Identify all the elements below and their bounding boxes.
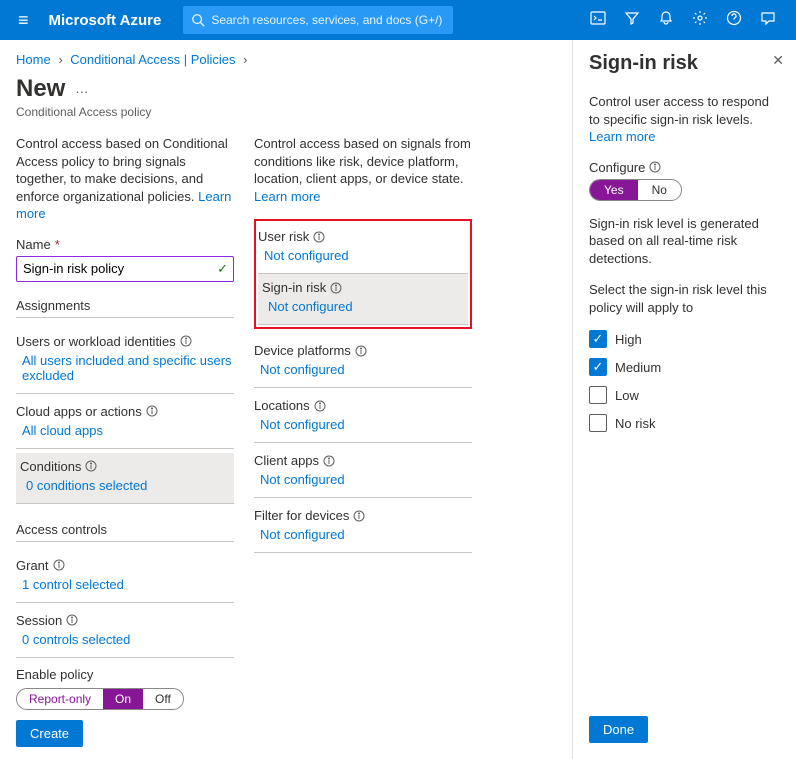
info-icon[interactable] <box>649 161 661 173</box>
session-row[interactable]: Session 0 controls selected <box>16 607 234 658</box>
checkbox-checked-icon[interactable]: ✓ <box>589 358 607 376</box>
enable-policy-label: Enable policy <box>16 667 556 682</box>
toggle-report-only[interactable]: Report-only <box>17 689 103 709</box>
risk-low-row[interactable]: Low <box>589 386 780 404</box>
feedback-icon[interactable] <box>760 10 776 30</box>
search-icon <box>191 13 205 27</box>
checkbox-icon[interactable] <box>589 386 607 404</box>
grant-value[interactable]: 1 control selected <box>16 577 234 592</box>
left-description: Control access based on Conditional Acce… <box>16 135 234 223</box>
panel-descr2: Sign-in risk level is generated based on… <box>589 215 780 268</box>
search-input[interactable]: Search resources, services, and docs (G+… <box>183 6 453 34</box>
brand-label: Microsoft Azure <box>37 12 174 29</box>
signin-risk-row[interactable]: Sign-in risk Not configured <box>258 274 468 325</box>
users-row[interactable]: Users or workload identities All users i… <box>16 328 234 394</box>
grant-row[interactable]: Grant 1 control selected <box>16 552 234 603</box>
hamburger-icon[interactable]: ≡ <box>10 10 37 31</box>
breadcrumb-home[interactable]: Home <box>16 52 51 67</box>
bottom-bar: Enable policy Report-only On Off Create <box>16 667 556 747</box>
info-icon[interactable] <box>323 455 335 467</box>
assignments-header: Assignments <box>16 298 234 318</box>
cloud-apps-row[interactable]: Cloud apps or actions All cloud apps <box>16 398 234 449</box>
gear-icon[interactable] <box>692 10 708 30</box>
signin-risk-panel: ✕ Sign-in risk Control user access to re… <box>572 40 796 759</box>
locations-row[interactable]: Locations Not configured <box>254 392 472 443</box>
conditions-row[interactable]: Conditions 0 conditions selected <box>16 453 234 504</box>
configure-label: Configure <box>589 160 780 175</box>
checkbox-checked-icon[interactable]: ✓ <box>589 330 607 348</box>
main-content: Home › Conditional Access | Policies › N… <box>0 40 572 759</box>
cloud-apps-value[interactable]: All cloud apps <box>16 423 234 438</box>
name-input[interactable] <box>16 256 234 282</box>
panel-description: Control user access to respond to specif… <box>589 93 780 146</box>
toggle-yes[interactable]: Yes <box>590 180 638 200</box>
done-button[interactable]: Done <box>589 716 648 743</box>
header-icons <box>590 10 786 30</box>
info-icon[interactable] <box>180 335 192 347</box>
cloud-shell-icon[interactable] <box>590 10 606 30</box>
page-title: New <box>16 75 65 103</box>
more-icon[interactable]: ··· <box>75 84 88 99</box>
configure-toggle[interactable]: Yes No <box>589 179 682 201</box>
toggle-on[interactable]: On <box>103 689 143 709</box>
learn-more-link[interactable]: Learn more <box>589 129 655 144</box>
risk-medium-row[interactable]: ✓ Medium <box>589 358 780 376</box>
filter-devices-row[interactable]: Filter for devices Not configured <box>254 502 472 553</box>
page-subtitle: Conditional Access policy <box>16 105 556 119</box>
breadcrumb-ca[interactable]: Conditional Access | Policies <box>70 52 235 67</box>
users-value[interactable]: All users included and specific users ex… <box>16 353 234 383</box>
info-icon[interactable] <box>313 231 325 243</box>
panel-title: Sign-in risk <box>589 52 780 75</box>
name-label: Name* <box>16 237 234 252</box>
right-column: Control access based on signals from con… <box>254 135 472 662</box>
filter-devices-value[interactable]: Not configured <box>254 527 472 542</box>
user-risk-value[interactable]: Not configured <box>258 248 468 263</box>
bell-icon[interactable] <box>658 10 674 30</box>
filter-icon[interactable] <box>624 10 640 30</box>
risk-high-row[interactable]: ✓ High <box>589 330 780 348</box>
client-apps-value[interactable]: Not configured <box>254 472 472 487</box>
check-icon: ✓ <box>217 261 228 277</box>
info-icon[interactable] <box>355 345 367 357</box>
toggle-no[interactable]: No <box>638 180 681 200</box>
top-header: ≡ Microsoft Azure Search resources, serv… <box>0 0 796 40</box>
breadcrumb: Home › Conditional Access | Policies › <box>16 52 556 67</box>
access-controls-header: Access controls <box>16 522 234 542</box>
search-placeholder: Search resources, services, and docs (G+… <box>211 13 442 27</box>
info-icon[interactable] <box>314 400 326 412</box>
close-icon[interactable]: ✕ <box>772 52 784 69</box>
user-risk-row[interactable]: User risk Not configured <box>258 223 468 274</box>
device-platforms-value[interactable]: Not configured <box>254 362 472 377</box>
toggle-off[interactable]: Off <box>143 689 183 709</box>
device-platforms-row[interactable]: Device platforms Not configured <box>254 337 472 388</box>
enable-policy-toggle[interactable]: Report-only On Off <box>16 688 184 710</box>
client-apps-row[interactable]: Client apps Not configured <box>254 447 472 498</box>
signin-risk-value[interactable]: Not configured <box>262 299 464 314</box>
info-icon[interactable] <box>66 614 78 626</box>
locations-value[interactable]: Not configured <box>254 417 472 432</box>
left-column: Control access based on Conditional Acce… <box>16 135 234 662</box>
create-button[interactable]: Create <box>16 720 83 747</box>
info-icon[interactable] <box>53 559 65 571</box>
select-risk-label: Select the sign-in risk level this polic… <box>589 281 780 316</box>
info-icon[interactable] <box>146 405 158 417</box>
risk-norisk-row[interactable]: No risk <box>589 414 780 432</box>
right-description: Control access based on signals from con… <box>254 135 472 205</box>
conditions-value[interactable]: 0 conditions selected <box>20 478 230 493</box>
highlighted-conditions: User risk Not configured Sign-in risk No… <box>254 219 472 329</box>
info-icon[interactable] <box>353 510 365 522</box>
session-value[interactable]: 0 controls selected <box>16 632 234 647</box>
info-icon[interactable] <box>330 282 342 294</box>
checkbox-icon[interactable] <box>589 414 607 432</box>
learn-more-link[interactable]: Learn more <box>254 189 320 204</box>
help-icon[interactable] <box>726 10 742 30</box>
info-icon[interactable] <box>85 460 97 472</box>
